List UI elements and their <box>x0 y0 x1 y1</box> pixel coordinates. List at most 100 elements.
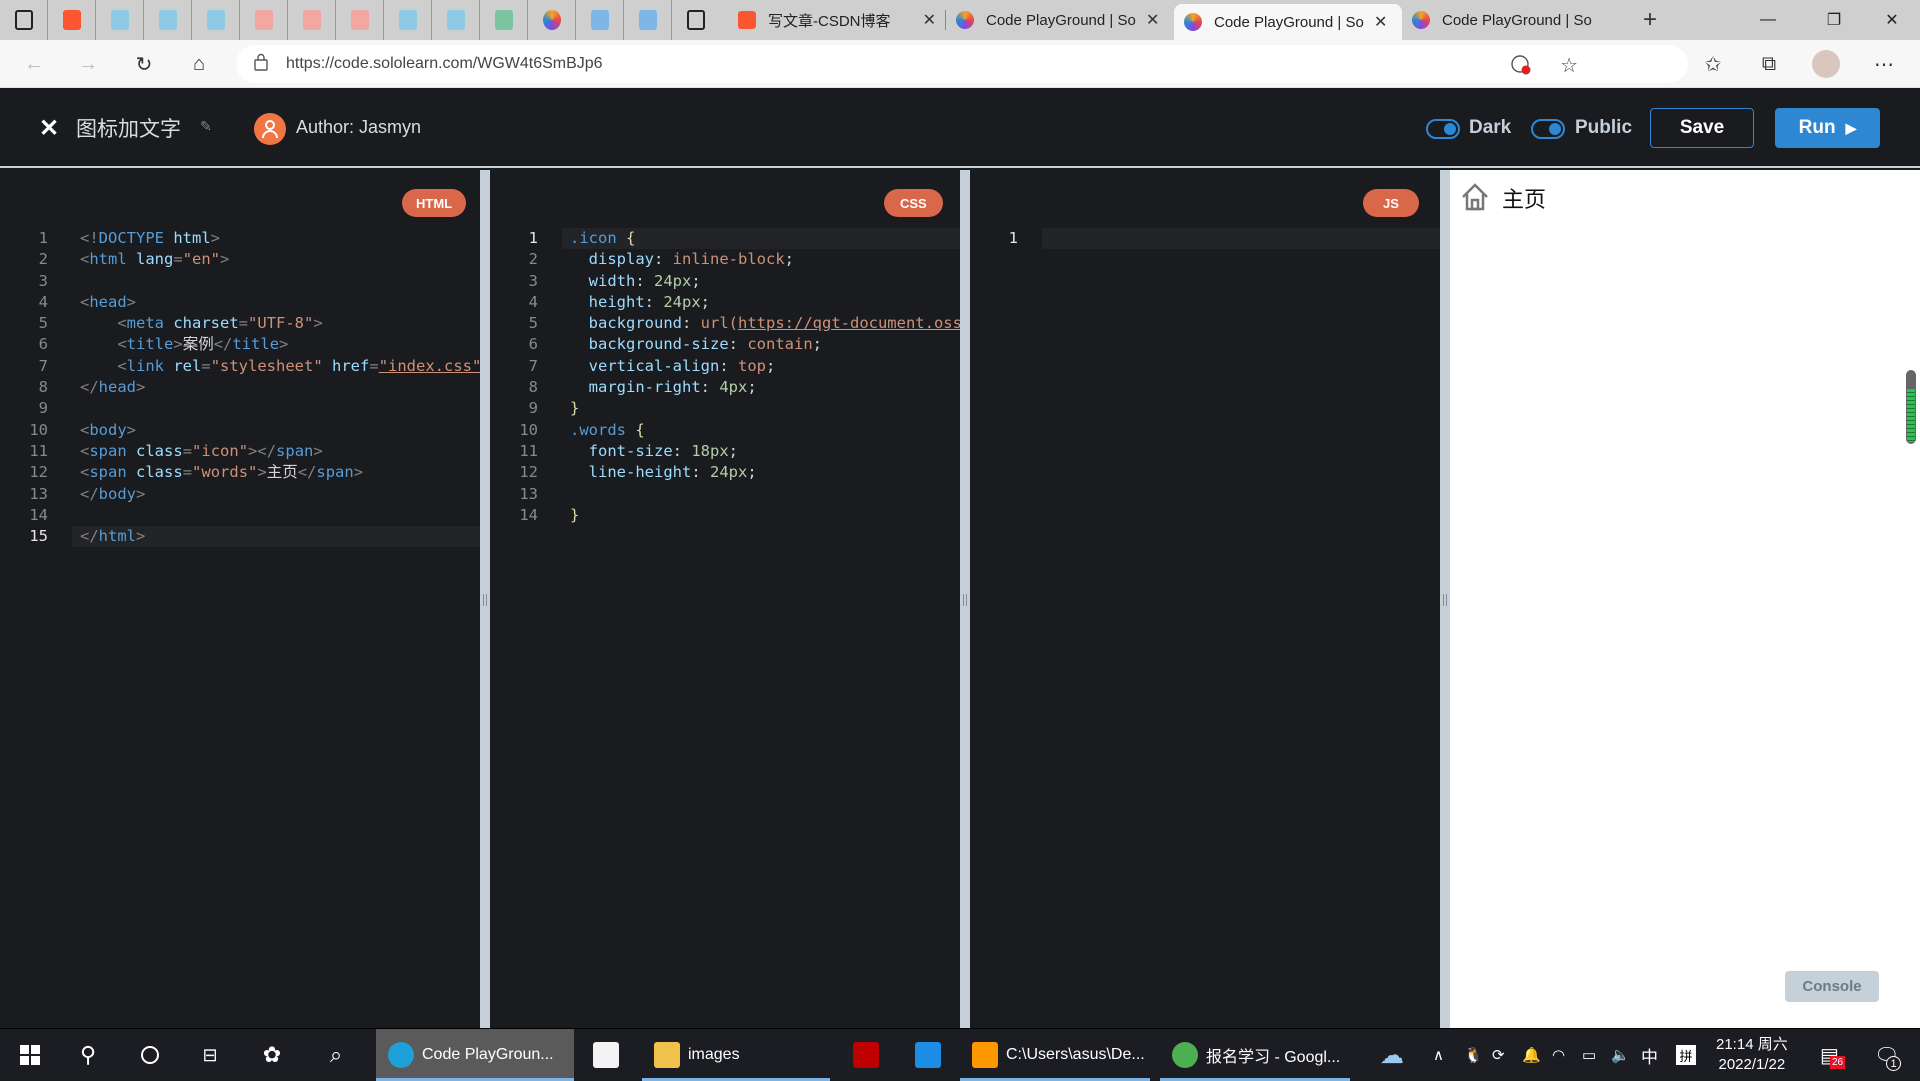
pinned-tab[interactable] <box>192 0 240 40</box>
code-line[interactable]: 4 height: 24px; <box>490 292 960 313</box>
new-tab-button[interactable]: + <box>1630 0 1670 40</box>
pinned-tab[interactable] <box>576 0 624 40</box>
pinned-tab[interactable] <box>672 0 720 40</box>
css-editor[interactable]: CSS 1 .icon {2 display: inline-block; 3 wi… <box>490 170 960 1028</box>
profile-button[interactable] <box>1810 48 1842 80</box>
favorites-button[interactable]: ✩ <box>1697 48 1729 80</box>
browser-tab[interactable]: Code PlayGround | Sololearn ✕ <box>946 0 1174 40</box>
pinned-tab[interactable] <box>336 0 384 40</box>
cortana-button[interactable] <box>128 1029 172 1081</box>
code-line[interactable]: 10 <body> <box>0 420 480 441</box>
url-text[interactable]: https://code.sololearn.com/WGW4t6SmBJp6 <box>286 55 603 73</box>
notification-app-icon[interactable]: ▤ 26 <box>1820 1029 1846 1081</box>
pane-resizer[interactable] <box>960 170 970 1028</box>
code-line[interactable]: 6 <title>案例</title> <box>0 334 480 355</box>
tracking-prevention-icon[interactable] <box>1510 54 1532 81</box>
pane-resizer[interactable] <box>480 170 490 1028</box>
taskbar-app[interactable]: C:\Users\asus\De... <box>960 1029 1150 1081</box>
css-tab-badge[interactable]: CSS <box>884 189 943 217</box>
pane-resizer[interactable] <box>1440 170 1450 1028</box>
author-label[interactable]: Author: Jasmyn <box>296 117 421 138</box>
code-line[interactable]: 11 <span class="icon"></span> <box>0 441 480 462</box>
browser-tab[interactable]: Code PlayGround | Sololearn <box>1402 0 1630 40</box>
code-line[interactable]: 12 line-height: 24px; <box>490 462 960 483</box>
code-line[interactable]: 5 background: url(https://qgt-document.o… <box>490 313 960 334</box>
pinned-tab[interactable] <box>528 0 576 40</box>
css-code[interactable]: 1 .icon {2 display: inline-block; 3 width:… <box>490 228 960 526</box>
taskbar-app[interactable]: images <box>642 1029 830 1081</box>
code-line[interactable]: 3 width: 24px; <box>490 271 960 292</box>
taskbar-app[interactable]: Code PlayGroun... <box>376 1029 574 1081</box>
pinned-tab[interactable] <box>48 0 96 40</box>
refresh-button[interactable]: ↻ <box>128 48 160 80</box>
pinned-tab[interactable] <box>288 0 336 40</box>
forward-button[interactable]: → <box>72 48 104 80</box>
close-playground-button[interactable]: ✕ <box>36 115 62 142</box>
minimize-button[interactable]: — <box>1740 0 1796 40</box>
wifi-icon[interactable]: ◠ <box>1552 1029 1565 1081</box>
code-line[interactable]: 3 <box>0 271 480 292</box>
browser-tab[interactable]: 写文章-CSDN博客 ✕ <box>728 0 946 40</box>
pinned-tab[interactable] <box>144 0 192 40</box>
taskbar-app[interactable] <box>582 1029 630 1081</box>
js-editor[interactable]: JS 1 <box>970 170 1440 1028</box>
code-line[interactable]: 2 <html lang="en"> <box>0 249 480 270</box>
code-line[interactable]: 1 <box>970 228 1440 250</box>
taskbar-app[interactable] <box>842 1029 890 1081</box>
close-window-button[interactable]: ✕ <box>1864 0 1920 40</box>
search-button[interactable]: ⚲ <box>66 1029 110 1081</box>
taskbar-app[interactable] <box>904 1029 952 1081</box>
task-view-button[interactable]: ⊟ <box>188 1029 232 1081</box>
code-line[interactable]: 5 <meta charset="UTF-8"> <box>0 313 480 334</box>
code-title[interactable]: 图标加文字 <box>76 113 181 143</box>
close-tab-icon[interactable]: ✕ <box>923 10 936 30</box>
code-line[interactable]: 13 </body> <box>0 484 480 505</box>
code-line[interactable]: 14 <box>0 505 480 526</box>
code-line[interactable]: 1 <!DOCTYPE html> <box>0 228 480 249</box>
js-tab-badge[interactable]: JS <box>1363 189 1419 217</box>
pinned-tab[interactable] <box>480 0 528 40</box>
code-line[interactable]: 6 background-size: contain; <box>490 334 960 355</box>
show-hidden-icons-button[interactable]: ∧ <box>1433 1029 1444 1081</box>
console-button[interactable]: Console <box>1785 971 1879 1002</box>
pinned-tab[interactable] <box>384 0 432 40</box>
add-favorite-icon[interactable]: ☆ <box>1560 53 1578 78</box>
code-line[interactable]: 9 <box>0 398 480 419</box>
weather-icon[interactable]: ☁ <box>1380 1029 1404 1081</box>
more-menu-button[interactable]: ⋯ <box>1868 48 1900 80</box>
code-line[interactable]: 10 .words { <box>490 420 960 441</box>
home-button[interactable]: ⌂ <box>183 48 215 80</box>
code-line[interactable]: 11 font-size: 18px; <box>490 441 960 462</box>
code-line[interactable]: 8 </head> <box>0 377 480 398</box>
html-editor[interactable]: HTML 1 <!DOCTYPE html> 2 <html lang="en"> 3 4… <box>0 170 480 1028</box>
bell-icon[interactable]: 🔔 <box>1522 1029 1541 1081</box>
public-toggle[interactable] <box>1531 119 1565 139</box>
code-line[interactable]: 1 .icon { <box>490 228 960 250</box>
html-tab-badge[interactable]: HTML <box>402 189 467 217</box>
edit-title-icon[interactable]: ✎ <box>200 118 212 135</box>
pinned-tab[interactable] <box>240 0 288 40</box>
pinned-tab[interactable] <box>624 0 672 40</box>
browser-tab[interactable]: Code PlayGround | Sololearn ✕ <box>1174 4 1402 40</box>
code-line[interactable]: 9} <box>490 398 960 419</box>
code-line[interactable]: 7 vertical-align: top; <box>490 356 960 377</box>
pinned-tab[interactable] <box>432 0 480 40</box>
volume-icon[interactable]: 🔈 <box>1611 1029 1630 1081</box>
lock-icon[interactable] <box>254 53 268 76</box>
dark-mode-toggle[interactable] <box>1426 119 1460 139</box>
code-line[interactable]: 8 margin-right: 4px; <box>490 377 960 398</box>
start-button[interactable] <box>8 1029 52 1081</box>
sync-icon[interactable]: ⟳ <box>1492 1029 1505 1081</box>
code-line[interactable]: 13 <box>490 484 960 505</box>
qq-icon[interactable]: 🐧 <box>1464 1029 1483 1081</box>
restore-button[interactable]: ❐ <box>1806 0 1862 40</box>
html-code[interactable]: 1 <!DOCTYPE html> 2 <html lang="en"> 3 4 <head… <box>0 228 480 548</box>
close-tab-icon[interactable]: ✕ <box>1146 10 1159 30</box>
taskbar-app[interactable]: 报名学习 - Googl... <box>1160 1029 1350 1081</box>
url-bar[interactable]: https://code.sololearn.com/WGW4t6SmBJp6 … <box>236 45 1688 83</box>
code-line[interactable]: 15 </html> <box>0 526 480 548</box>
ime-mode[interactable]: 拼 <box>1676 1045 1696 1065</box>
author-avatar[interactable] <box>254 113 286 145</box>
pinned-app-button[interactable]: ⌕ <box>314 1029 358 1081</box>
pinned-app-button[interactable]: ✿ <box>250 1029 294 1081</box>
